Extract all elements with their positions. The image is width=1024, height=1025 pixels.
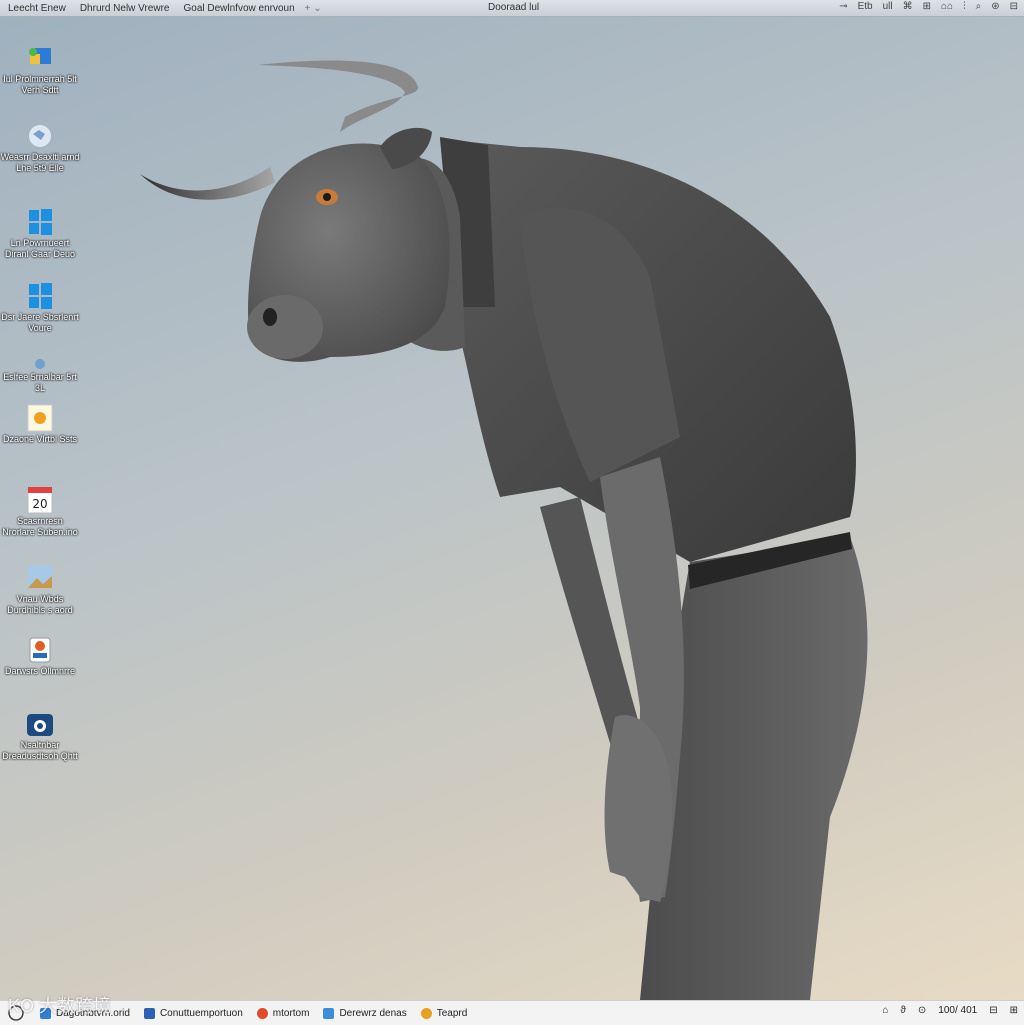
volume-icon[interactable]: ϑ bbox=[900, 1005, 905, 1016]
desktop-icon[interactable]: Iul Prolmnerrah 5lt Verh Sdtt bbox=[0, 44, 80, 96]
tab-1[interactable]: Leecht Enew bbox=[8, 3, 66, 14]
windows-logo-icon bbox=[29, 209, 52, 235]
home-icon[interactable]: ⌂⌂ bbox=[941, 1, 953, 12]
taskbar-item[interactable]: mtortom bbox=[256, 1007, 309, 1019]
horn-right bbox=[258, 60, 419, 132]
status-icon[interactable]: ⊙ bbox=[918, 1005, 926, 1016]
calendar-icon: 20 bbox=[27, 486, 53, 514]
horn-left bbox=[140, 167, 275, 200]
nostril bbox=[263, 308, 277, 326]
taskbar-item[interactable]: Conuttuemportuon bbox=[143, 1007, 243, 1019]
network-folder-icon bbox=[29, 48, 51, 64]
app-icon bbox=[420, 1007, 432, 1019]
media-app-icon bbox=[29, 637, 51, 663]
desktop-icon[interactable]: Dsr Jaere Sbsrlenrt Voure bbox=[0, 282, 80, 334]
new-tab-button[interactable]: + ⌄ bbox=[305, 3, 322, 14]
grid-icon[interactable]: ⊞ bbox=[923, 1, 931, 12]
share-icon[interactable]: ⊸ bbox=[839, 1, 847, 12]
tab-2[interactable]: Dhrurd Nelw Vrewre bbox=[80, 3, 170, 14]
desktop-icon[interactable]: Nsaltnbar Dreadusdtsoh Qhtt bbox=[0, 710, 80, 762]
search-icon[interactable]: ⌕ bbox=[976, 1, 982, 12]
menu-icon[interactable]: ⫶ bbox=[963, 1, 966, 12]
weather-map-icon bbox=[29, 125, 51, 147]
desktop-icon[interactable]: 20 Scasrnresn Nrorlare Suben.ino bbox=[0, 486, 80, 538]
cloud-drive-icon bbox=[27, 714, 53, 736]
desktop-icon[interactable]: Weasrr Dsaxltl arnd Lhe 5t9 Elle bbox=[0, 122, 80, 174]
desktop-icon[interactable]: Darwsrs Ollmnrre bbox=[0, 636, 80, 677]
window-title-bar: Leecht Enew Dhrurd Nelw Vrewre Goal Dewl… bbox=[0, 0, 1024, 17]
notification-icon[interactable]: ⊟ bbox=[989, 1005, 997, 1016]
desktop-icon[interactable]: Ln Powrnueert Diranl Gaar Deuo bbox=[0, 208, 80, 260]
app-icon bbox=[323, 1007, 335, 1019]
show-desktop-icon[interactable]: ⊞ bbox=[1010, 1005, 1018, 1016]
taskbar-item[interactable]: Derewrz denas bbox=[323, 1007, 407, 1019]
signal-icon[interactable]: ull bbox=[883, 1, 893, 12]
window-title: Dooraad lul bbox=[488, 2, 540, 13]
desktop-icon[interactable]: Vnau Wbds Durdhibls s aord bbox=[0, 564, 80, 616]
network-icon[interactable]: ⌂ bbox=[882, 1005, 888, 1016]
window-icon[interactable]: ⊟ bbox=[1010, 1, 1018, 12]
desktop-wallpaper bbox=[140, 60, 868, 1000]
tab-3[interactable]: Goal Dewlnfvow enrvoun bbox=[183, 3, 294, 14]
app-icon bbox=[143, 1007, 155, 1019]
system-tray: ⌂ ϑ ⊙ 100/ 401 ⊟ ⊞ bbox=[882, 1005, 1018, 1016]
sticky-note-icon bbox=[27, 404, 53, 432]
photo-icon bbox=[28, 566, 52, 588]
windows-logo-icon bbox=[29, 283, 52, 309]
toolbar: ⊸ Etb ull ⌘ ⊞ ⌂⌂ ⫶ ⌕ ⊛ ⊟ bbox=[839, 1, 1018, 12]
system-icon bbox=[35, 359, 45, 369]
calendar-day: 20 bbox=[32, 497, 47, 511]
settings-icon[interactable]: ⊛ bbox=[991, 1, 999, 12]
edit-tool-button[interactable]: Etb bbox=[858, 1, 873, 12]
desktop-icon[interactable]: Dzaone Vlrtbl Ssts bbox=[0, 404, 80, 445]
watermark: KO 大数跨境 bbox=[8, 996, 112, 1016]
command-icon[interactable]: ⌘ bbox=[903, 1, 913, 12]
taskbar: Dagotnbtvrn.orid Conuttuemportuon mtorto… bbox=[0, 1000, 1024, 1025]
browser-icon bbox=[256, 1007, 268, 1019]
taskbar-item[interactable]: Teaprd bbox=[420, 1007, 467, 1019]
clock[interactable]: 100/ 401 bbox=[938, 1005, 977, 1016]
muzzle bbox=[247, 295, 323, 359]
desktop-icon[interactable]: Eslfee 5rnalbar 5rt 3L bbox=[0, 358, 80, 394]
